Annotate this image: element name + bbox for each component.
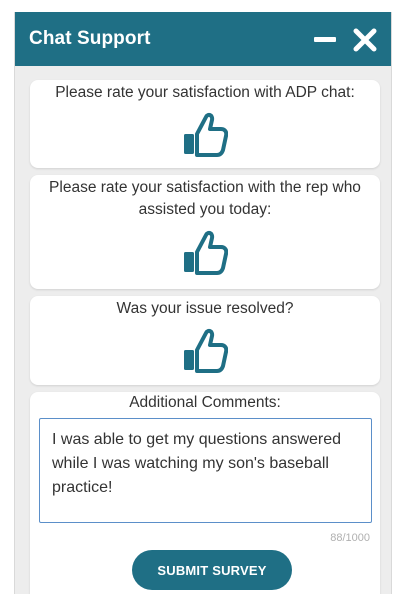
thumbs-up-button[interactable]: [182, 328, 228, 374]
close-button[interactable]: [351, 26, 379, 54]
chat-support-window: Chat Support Please rate your satisfacti…: [14, 12, 392, 594]
thumbs-up-button[interactable]: [182, 112, 228, 158]
question-text: Please rate your satisfaction with ADP c…: [55, 84, 355, 101]
comments-label: Additional Comments:: [129, 394, 281, 411]
minimize-icon: [314, 37, 336, 42]
thumbs-up-icon: [184, 230, 228, 275]
question-card-rep: Please rate your satisfaction with the r…: [30, 175, 380, 289]
question-text: Was your issue resolved?: [116, 300, 294, 317]
chat-title: Chat Support: [29, 28, 151, 49]
thumbs-up-icon: [184, 328, 228, 373]
close-icon: [353, 28, 377, 52]
comments-textarea[interactable]: I was able to get my questions answered …: [39, 418, 372, 523]
comments-card: Additional Comments: I was able to get m…: [30, 392, 380, 594]
minimize-button[interactable]: [311, 26, 339, 54]
character-counter: 88/1000: [330, 532, 370, 544]
thumbs-up-icon: [184, 112, 228, 157]
chat-header: Chat Support: [15, 12, 391, 66]
question-card-adp-chat: Please rate your satisfaction with ADP c…: [30, 80, 380, 168]
thumbs-up-button[interactable]: [182, 230, 228, 276]
question-card-resolved: Was your issue resolved?: [30, 296, 380, 385]
submit-survey-button[interactable]: SUBMIT SURVEY: [132, 550, 292, 590]
question-text: Please rate your satisfaction with the r…: [49, 179, 361, 218]
